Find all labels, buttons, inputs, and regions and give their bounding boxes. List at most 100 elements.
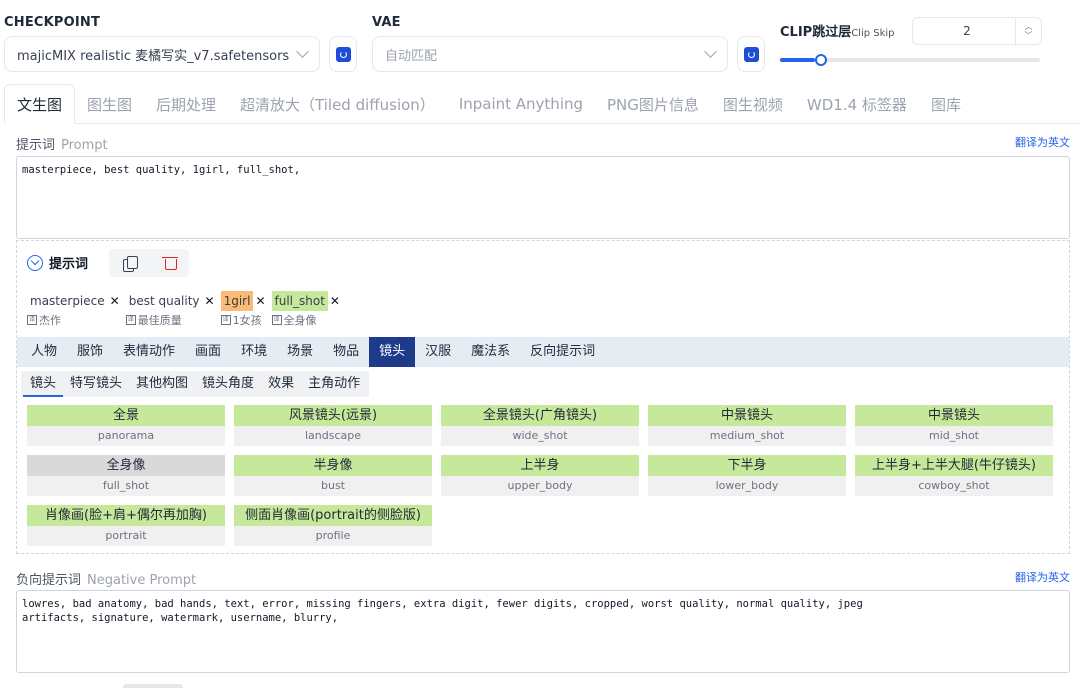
- prompt-helper-panel: 提示词 masterpiece ✕ 译杰作 best quality ✕ 译最佳质量 1gi…: [16, 240, 1070, 554]
- clip-skip-slider[interactable]: [780, 54, 1040, 66]
- prompt-translate-link[interactable]: 翻译为英文: [1015, 134, 1070, 150]
- tag-card-label: 侧面肖像画(portrait的侧脸版): [234, 505, 432, 526]
- chevron-up-icon[interactable]: ︿: [1025, 22, 1033, 31]
- tag-card-value: wide_shot: [441, 426, 639, 446]
- prompt-label-zh: 提示词: [16, 138, 56, 153]
- tag-card[interactable]: 中景镜头 medium_shot: [648, 405, 846, 446]
- tag-card[interactable]: 风景镜头(远景) landscape: [234, 405, 432, 446]
- prompt-textarea[interactable]: masterpiece, best quality, 1girl, full_s…: [16, 156, 1070, 239]
- tag-translation-text: 1女孩: [232, 314, 262, 327]
- category-tab[interactable]: 汉服: [415, 337, 461, 367]
- main-tabs: 文生图 图生图 后期处理 超清放大（Tiled diffusion） Inpaint A…: [4, 84, 1080, 124]
- bottom-control[interactable]: [123, 684, 183, 688]
- tab-4[interactable]: Inpaint Anything: [447, 84, 595, 124]
- tag-card-label: 上半身+上半大腿(牛仔镜头): [855, 455, 1053, 476]
- prompt-helper-toggle[interactable]: 提示词: [27, 253, 88, 272]
- subcategory-tab[interactable]: 主角动作: [301, 371, 367, 397]
- subcategory-tab[interactable]: 镜头角度: [195, 371, 261, 397]
- tag-card-value: panorama: [27, 426, 225, 446]
- close-icon[interactable]: ✕: [110, 294, 120, 308]
- tag-translation: 译 1女孩: [220, 312, 266, 328]
- tag-head: best quality ✕: [126, 291, 215, 311]
- tag-card-label: 中景镜头: [855, 405, 1053, 426]
- stepper[interactable]: ︿ ﹀: [1015, 18, 1041, 44]
- category-tab[interactable]: 环境: [231, 337, 277, 367]
- negative-prompt-translate-link[interactable]: 翻译为英文: [1015, 569, 1070, 585]
- prompt-helper-actions: [109, 249, 189, 277]
- slider-handle[interactable]: [814, 54, 827, 66]
- translate-icon: 译: [220, 315, 231, 325]
- tag-card[interactable]: 下半身 lower_body: [648, 455, 846, 496]
- tab-0[interactable]: 文生图: [4, 84, 76, 124]
- vae-select[interactable]: 自动匹配: [372, 36, 728, 72]
- tag-card[interactable]: 全景镜头(广角镜头) wide_shot: [441, 405, 639, 446]
- checkpoint-label: CHECKPOINT: [4, 15, 101, 30]
- tab-6[interactable]: 图生视频: [711, 84, 795, 124]
- subcategory-tab[interactable]: 效果: [261, 371, 301, 397]
- tag-card[interactable]: 中景镜头 mid_shot: [855, 405, 1053, 446]
- tab-7[interactable]: WD1.4 标签器: [795, 84, 919, 124]
- category-tab[interactable]: 画面: [185, 337, 231, 367]
- prompt-tag[interactable]: best quality ✕ 译最佳质量: [125, 291, 215, 328]
- tag-card[interactable]: 上半身 upper_body: [441, 455, 639, 496]
- tab-5[interactable]: PNG图片信息: [595, 84, 711, 124]
- tag-text: full_shot: [271, 291, 328, 311]
- tab-1[interactable]: 图生图: [75, 84, 144, 124]
- clip-skip-input[interactable]: 2 ︿ ﹀: [912, 17, 1042, 45]
- tag-head: 1girl ✕: [220, 291, 266, 311]
- tab-3[interactable]: 超清放大（Tiled diffusion）: [228, 84, 447, 124]
- tag-translation: 译杰作: [27, 312, 120, 328]
- tag-card-label: 全景: [27, 405, 225, 426]
- close-icon[interactable]: ✕: [205, 294, 215, 308]
- tag-card[interactable]: 全身像 full_shot: [27, 455, 225, 496]
- prompt-tag[interactable]: 1girl ✕ 译 1女孩: [220, 291, 266, 328]
- trash-icon[interactable]: [161, 256, 178, 270]
- tag-card-value: portrait: [27, 526, 225, 546]
- tag-card[interactable]: 全景 panorama: [27, 405, 225, 446]
- tag-card[interactable]: 上半身+上半大腿(牛仔镜头) cowboy_shot: [855, 455, 1053, 496]
- subcategory-tabs: 镜头 特写镜头 其他构图 镜头角度 效果 主角动作: [21, 371, 370, 397]
- subcategory-tab[interactable]: 特写镜头: [63, 371, 129, 397]
- category-tab[interactable]: 反向提示词: [520, 337, 605, 367]
- vae-refresh-button[interactable]: [737, 36, 765, 72]
- category-tab[interactable]: 表情动作: [113, 337, 185, 367]
- collapse-icon: [27, 254, 43, 271]
- refresh-icon: [743, 46, 759, 62]
- category-tab[interactable]: 场景: [277, 337, 323, 367]
- subcategory-tab[interactable]: 其他构图: [129, 371, 195, 397]
- tag-translation-text: 杰作: [39, 314, 61, 327]
- chevron-down-icon: [296, 45, 309, 58]
- tab-2[interactable]: 后期处理: [144, 84, 228, 124]
- tag-card-value: profile: [234, 526, 432, 546]
- prompt-tag[interactable]: full_shot ✕ 译全身像: [271, 291, 340, 328]
- tag-card[interactable]: 侧面肖像画(portrait的侧脸版) profile: [234, 505, 432, 546]
- prompt-label: 提示词 Prompt: [16, 134, 108, 153]
- close-icon[interactable]: ✕: [330, 294, 340, 308]
- category-tab[interactable]: 物品: [323, 337, 369, 367]
- checkpoint-refresh-button[interactable]: [329, 36, 357, 72]
- tag-card-value: upper_body: [441, 476, 639, 496]
- category-tab[interactable]: 魔法系: [461, 337, 520, 367]
- clip-skip-value: 2: [963, 24, 971, 38]
- clip-skip-label: CLIP跳过层Clip Skip: [780, 21, 895, 40]
- category-tab[interactable]: 镜头: [369, 337, 416, 367]
- tab-8[interactable]: 图库: [919, 84, 973, 124]
- category-tab[interactable]: 人物: [21, 337, 67, 367]
- subcategory-tab[interactable]: 镜头: [23, 371, 64, 397]
- selected-tags: masterpiece ✕ 译杰作 best quality ✕ 译最佳质量 1girl ✕ 译…: [27, 291, 340, 328]
- negative-prompt-label-en: Negative Prompt: [87, 573, 197, 588]
- category-tab[interactable]: 服饰: [67, 337, 113, 367]
- prompt-tag[interactable]: masterpiece ✕ 译杰作: [27, 291, 120, 328]
- close-icon[interactable]: ✕: [255, 294, 265, 308]
- tag-card-label: 肖像画(脸+肩+偶尔再加胸): [27, 505, 225, 526]
- checkpoint-value: majicMIX realistic 麦橘写实_v7.safetensors: [17, 48, 290, 64]
- tag-card-value: mid_shot: [855, 426, 1053, 446]
- tag-card[interactable]: 肖像画(脸+肩+偶尔再加胸) portrait: [27, 505, 225, 546]
- tag-card[interactable]: 半身像 bust: [234, 455, 432, 496]
- chevron-down-icon[interactable]: ﹀: [1025, 31, 1033, 40]
- translate-icon: 译: [27, 315, 37, 325]
- tag-text: 1girl: [220, 291, 254, 311]
- copy-icon[interactable]: [122, 255, 138, 272]
- negative-prompt-textarea[interactable]: lowres, bad anatomy, bad hands, text, er…: [16, 590, 1070, 673]
- checkpoint-select[interactable]: majicMIX realistic 麦橘写实_v7.safetensors: [4, 36, 320, 72]
